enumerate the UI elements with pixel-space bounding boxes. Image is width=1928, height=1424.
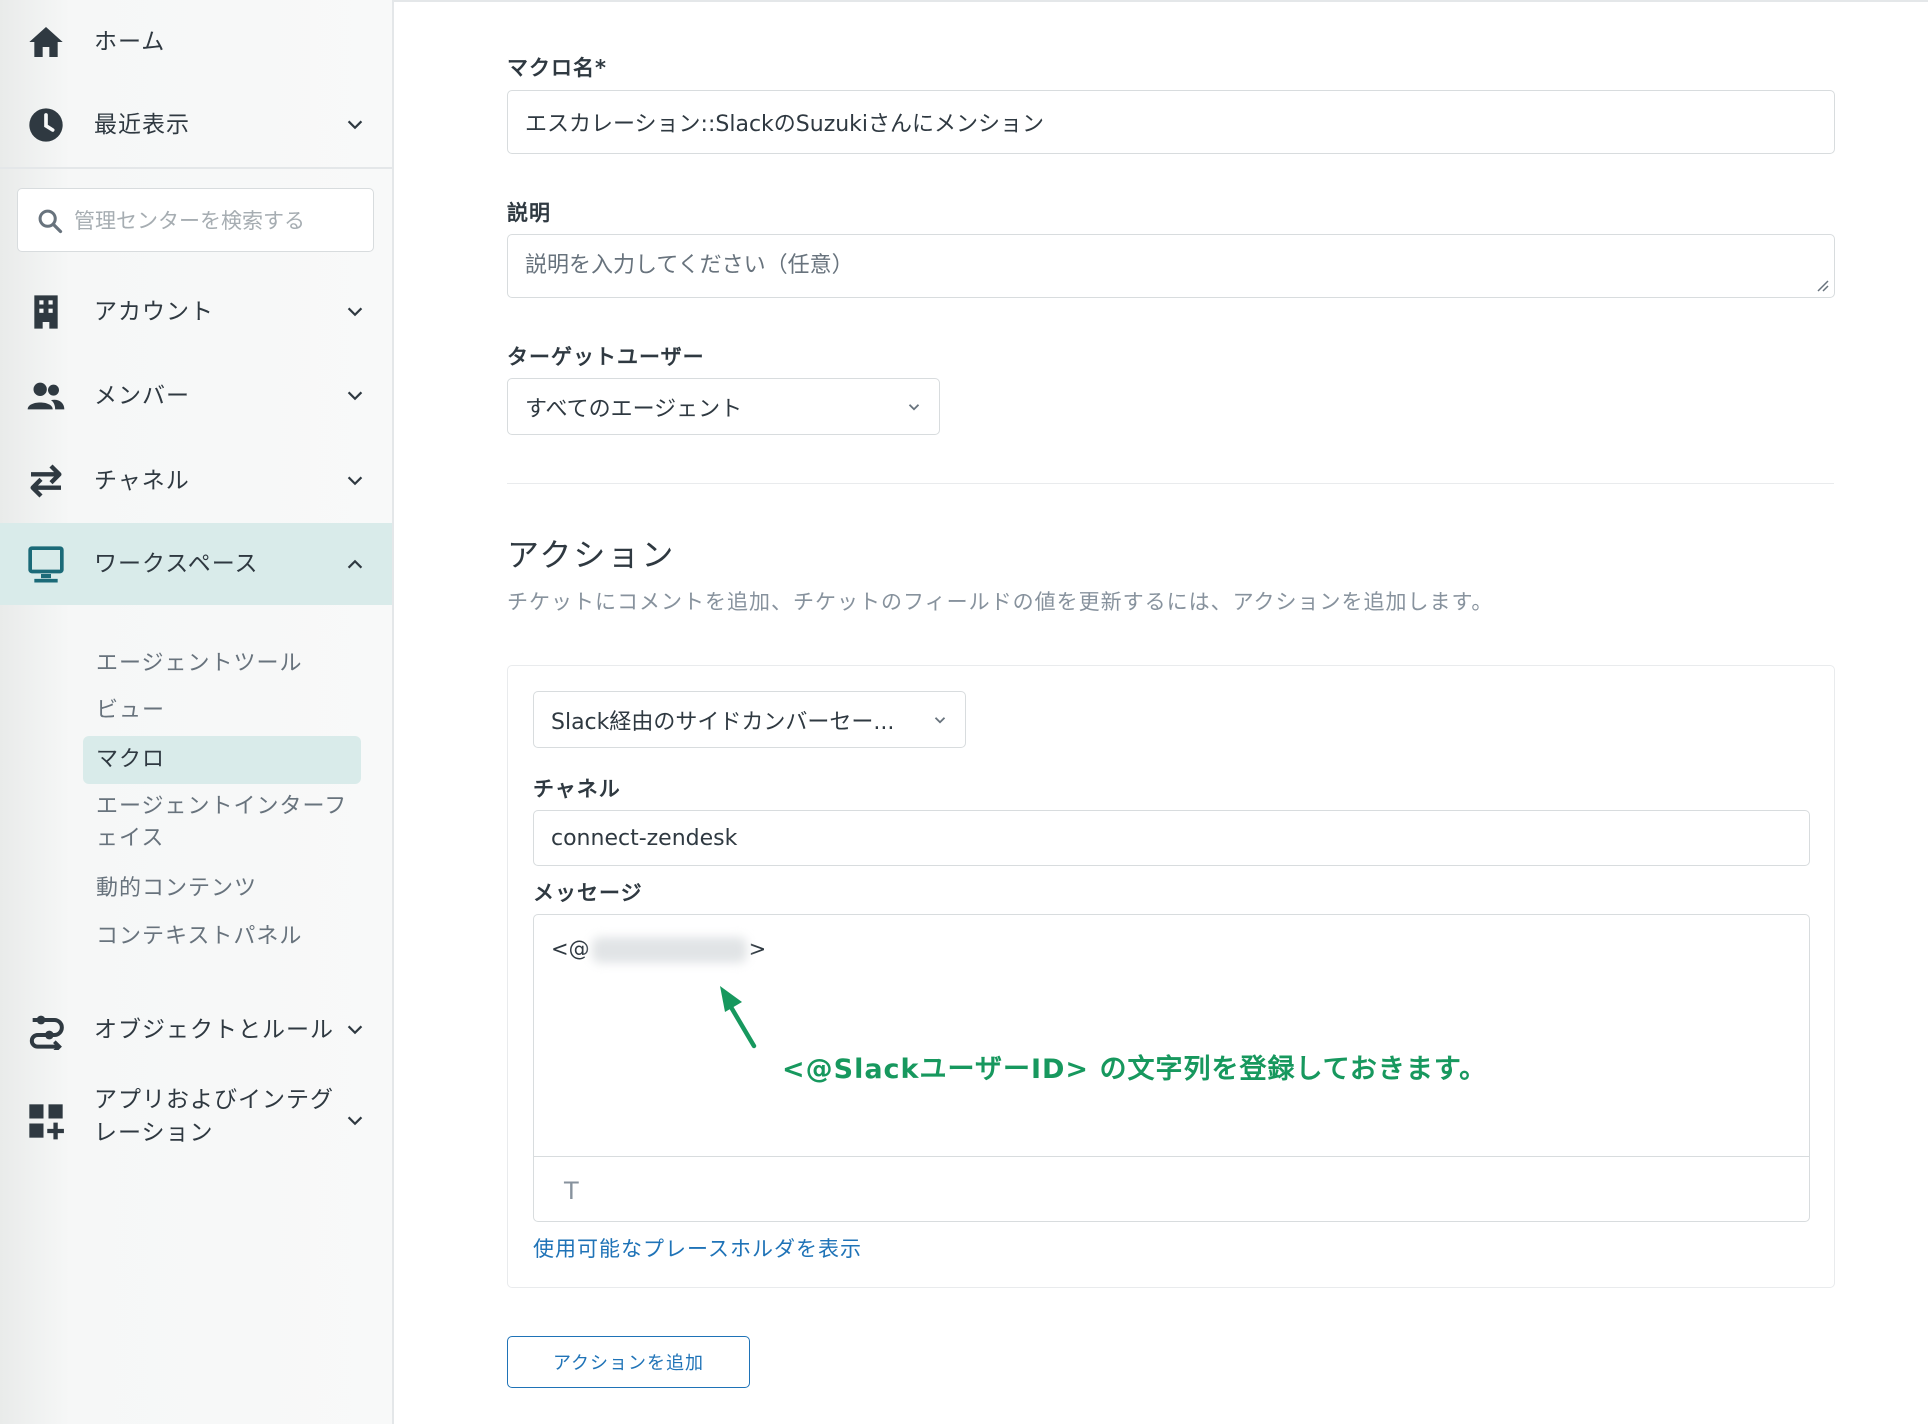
sidebar-item-label: アカウント [94, 298, 214, 325]
macro-name-label: マクロ名* [507, 56, 607, 80]
sidebar-item-account[interactable]: アカウント [0, 271, 392, 353]
actions-heading: アクション [507, 536, 676, 574]
action-type-value: Slack経由のサイドカンバーセー... [551, 709, 895, 735]
sidebar-item-label: メンバー [94, 382, 190, 409]
chevron-down-icon [347, 307, 363, 317]
sidebar-divider [0, 167, 392, 169]
message-content[interactable]: <@ > [551, 937, 766, 963]
sidebar-subitem-label: ェイス [96, 826, 165, 851]
apps-add-icon [29, 1104, 64, 1140]
action-type-select[interactable]: Slack経由のサイドカンバーセー... [533, 691, 966, 748]
sidebar-subitem-context-panel[interactable]: コンテキストパネル [83, 921, 361, 953]
target-user-label: ターゲットユーザー [507, 345, 705, 369]
chevron-down-icon [347, 391, 363, 401]
section-divider [507, 483, 1834, 484]
target-user-select[interactable]: すべてのエージェント [507, 378, 940, 435]
message-label: メッセージ [533, 881, 643, 905]
add-action-button[interactable]: アクションを追加 [507, 1336, 750, 1388]
home-icon [29, 27, 63, 57]
app-root: ホーム 最近表示 管理センターを検索する アカウント メンバー チャネル ワーク… [0, 0, 1928, 1424]
arrows-swap-icon [30, 464, 62, 498]
description-label: 説明 [507, 201, 551, 225]
chevron-down-icon [347, 1025, 363, 1035]
channel-input[interactable] [551, 825, 1809, 851]
sidebar-item-recent[interactable]: 最近表示 [0, 84, 392, 166]
macro-name-field [507, 90, 1835, 154]
sidebar-item-label: 最近表示 [94, 111, 190, 138]
sidebar-subitem-dynamic-content[interactable]: 動的コンテンツ [83, 873, 361, 905]
admin-search [17, 188, 374, 252]
top-border [394, 0, 1928, 2]
chevron-down-icon [347, 1116, 363, 1126]
channel-label: チャネル [533, 777, 621, 801]
actions-description: チケットにコメントを追加、チケットのフィールドの値を更新するには、アクションを追… [507, 590, 1494, 614]
chevron-down-icon [908, 403, 920, 411]
sidebar-item-label: アプリおよびインテグ レーション [94, 1084, 334, 1150]
clock-icon [29, 108, 63, 142]
editor-toolbar-divider [534, 1156, 1809, 1157]
redacted-user-id [591, 937, 747, 963]
sidebar-item-home[interactable]: ホーム [0, 1, 392, 83]
show-placeholders-link[interactable]: 使用可能なプレースホルダを表示 [533, 1233, 862, 1263]
sidebar-item-label: ワークスペース [94, 550, 259, 577]
sidebar-item-label-line1: アプリおよびインテグ [94, 1087, 334, 1113]
annotation-arrow-icon [720, 986, 757, 1049]
chevron-down-icon [347, 120, 363, 130]
chevron-down-icon [347, 476, 363, 486]
channel-field [533, 810, 1810, 866]
sidebar-item-members[interactable]: メンバー [0, 355, 392, 437]
chevron-up-icon [347, 559, 363, 569]
sidebar-item-workspace[interactable]: ワークスペース [0, 523, 392, 605]
sidebar-subitem-agent-interface[interactable]: エージェントインターフ ェイス [83, 791, 361, 855]
message-prefix: <@ [551, 937, 590, 961]
description-field [507, 234, 1835, 298]
monitor-icon [28, 546, 64, 583]
sidebar: ホーム 最近表示 管理センターを検索する アカウント メンバー チャネル ワーク… [0, 0, 394, 1424]
sidebar-item-label: ホーム [94, 28, 166, 55]
resize-grip-icon[interactable] [1814, 277, 1830, 293]
macro-name-input[interactable] [525, 109, 1834, 135]
search-input[interactable] [74, 201, 364, 241]
target-user-value: すべてのエージェント [525, 396, 743, 422]
sidebar-subitem-label: エージェントインターフ [96, 794, 348, 819]
sidebar-item-objects-rules[interactable]: オブジェクトとルール [0, 989, 392, 1071]
sidebar-item-label: オブジェクトとルール [94, 1016, 334, 1043]
chevron-down-icon [934, 716, 946, 724]
annotation-note: <@SlackユーザーID> の文字列を登録しておきます。 [782, 1054, 1488, 1085]
sidebar-item-apps-integrations[interactable]: アプリおよびインテグ レーション [0, 1082, 392, 1160]
description-textarea[interactable] [525, 251, 1834, 281]
objects-rules-icon [29, 1015, 64, 1050]
message-suffix: > [748, 937, 767, 961]
sidebar-item-label: チャネル [94, 467, 190, 494]
text-format-icon[interactable]: T [564, 1177, 579, 1205]
people-icon [27, 382, 65, 410]
building-icon [34, 295, 58, 329]
search-icon [38, 209, 63, 234]
sidebar-subitem-views[interactable]: ビュー [83, 695, 361, 727]
sidebar-subitem-agent-tools[interactable]: エージェントツール [83, 648, 361, 680]
sidebar-item-channels[interactable]: チャネル [0, 440, 392, 522]
sidebar-item-label-line2: レーション [94, 1120, 214, 1146]
sidebar-subitem-macros[interactable]: マクロ [83, 736, 361, 784]
